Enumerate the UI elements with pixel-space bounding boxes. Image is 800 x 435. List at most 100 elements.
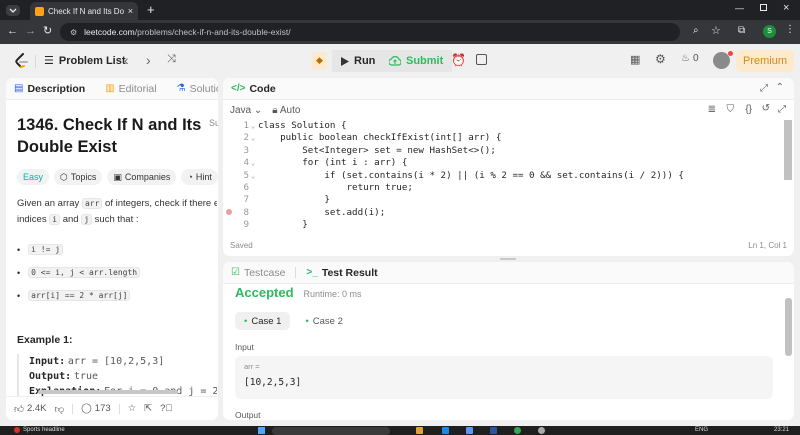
case-tab-2[interactable]: • Case 2 <box>296 312 351 330</box>
taskbar-app-icon[interactable] <box>490 427 497 434</box>
settings-gear-icon[interactable]: ⚙ <box>655 52 666 66</box>
taskbar-search-box[interactable] <box>272 427 390 435</box>
case-tab-1[interactable]: • Case 1 <box>235 312 291 330</box>
extensions-icon[interactable]: ⧉ <box>738 25 745 36</box>
tab-code[interactable]: </> Code <box>231 83 276 95</box>
companies-chip[interactable]: ▣ Companies <box>107 169 177 185</box>
editor-scrollbar[interactable] <box>784 120 792 180</box>
text: of integers, check if there exis <box>105 198 217 209</box>
taskbar-app-icon[interactable] <box>538 427 545 434</box>
favorite-star-icon[interactable]: ☆ <box>128 403 137 414</box>
horizontal-scrollbar[interactable] <box>38 390 178 394</box>
bookmark-icon[interactable]: ⛉ <box>727 104 735 115</box>
forward-icon[interactable]: → <box>25 25 36 37</box>
debug-icon[interactable]: ◆ <box>312 52 327 69</box>
run-button[interactable]: Run <box>332 50 385 72</box>
taskbar-app-icon[interactable] <box>442 427 449 434</box>
chrome-taskbar-icon[interactable] <box>514 427 521 434</box>
submit-button[interactable]: Submit <box>380 50 453 72</box>
braces-icon[interactable]: {} <box>745 104 752 115</box>
tab-description[interactable]: ▤ Description <box>14 83 85 95</box>
browser-tab-active[interactable]: Check If N and Its Double Exist × <box>30 2 138 20</box>
bookmark-star-icon[interactable]: ☆ <box>711 24 721 37</box>
tab-search-icon[interactable] <box>6 5 20 16</box>
zoom-icon[interactable]: ⌕ <box>693 25 699 36</box>
expand-icon[interactable]: ⤢ <box>760 83 768 94</box>
maximize-icon[interactable] <box>760 4 767 11</box>
fold-chevron-icon[interactable]: ⌄ <box>249 170 257 182</box>
line-text: for (int i : arr) { <box>258 157 408 169</box>
breakpoint-dot[interactable] <box>226 209 232 215</box>
url-text[interactable]: leetcode.com/problems/check-if-n-and-its… <box>84 27 290 37</box>
difficulty-badge: Easy <box>17 169 50 185</box>
code-line[interactable]: 8 set.add(i); <box>223 207 794 219</box>
shuffle-icon[interactable]: ⤨ <box>167 53 176 66</box>
browser-menu-icon[interactable]: ⋮ <box>785 24 795 35</box>
notes-icon[interactable] <box>476 54 487 65</box>
taskbar-app-icon[interactable] <box>466 427 473 434</box>
code-line[interactable]: 3 Set<Integer> set = new HashSet<>(); <box>223 145 794 157</box>
code-line[interactable]: 5 ⌄ if (set.contains(i * 2) || (i % 2 == … <box>223 170 794 182</box>
auto-mode-toggle[interactable]: 🔒︎ Auto <box>272 105 300 116</box>
help-icon[interactable]: ?⃝ <box>160 403 172 414</box>
tab-solutions[interactable]: ⚗ Solutions <box>177 83 218 95</box>
minimize-icon[interactable]: — <box>735 3 744 13</box>
weather-widget[interactable]: Sports headline <box>14 427 65 433</box>
clock[interactable]: 23:21 <box>774 427 789 433</box>
test-tabs: ☑ Testcase >_ Test Result <box>223 262 794 284</box>
next-problem-icon[interactable]: › <box>146 52 151 68</box>
tab-test-result[interactable]: >_ Test Result <box>306 267 377 279</box>
new-tab-icon[interactable]: + <box>147 2 155 17</box>
format-icon[interactable]: ≣ <box>708 104 716 115</box>
panel-resize-handle[interactable] <box>500 258 516 260</box>
share-icon[interactable]: ⇱ <box>144 403 152 414</box>
topics-chip[interactable]: ⬡ Topics <box>54 169 103 185</box>
like-button[interactable]: 👍︎ 2.4K <box>14 403 46 415</box>
code-line[interactable]: 1 ⌄ class Solution { <box>223 120 794 132</box>
hint-chip[interactable]: ◔ Hint <box>181 169 218 185</box>
profile-avatar[interactable]: S <box>763 25 776 38</box>
tab-label: Solutions <box>189 82 218 95</box>
fold-chevron-icon[interactable]: ⌄ <box>249 132 257 144</box>
address-bar[interactable]: ⚙ leetcode.com/problems/check-if-n-and-i… <box>60 23 680 41</box>
code-line[interactable]: 4 ⌄ for (int i : arr) { <box>223 157 794 169</box>
dislike-icon[interactable]: 👎︎ <box>54 403 64 415</box>
code-lines[interactable]: 1 ⌄ class Solution {2 ⌄ public boolean chec… <box>223 120 794 232</box>
close-tab-icon[interactable]: × <box>128 6 133 16</box>
streak-counter[interactable]: ♨ 0 <box>681 53 699 64</box>
browser-tab-bar: Check If N and Its Double Exist × + — × <box>0 0 800 20</box>
list-item: • i != j <box>17 238 217 261</box>
code-line[interactable]: 2 ⌄ public boolean checkIfExist(int[] arr… <box>223 132 794 144</box>
tab-editorial[interactable]: ▥ Editorial <box>105 83 156 95</box>
fold-chevron-icon[interactable]: ⌄ <box>249 157 257 169</box>
comments-button[interactable]: ◯ 173 <box>81 403 111 414</box>
taskbar-app-icon[interactable] <box>416 427 423 434</box>
constraints-list: • i != j • 0 <= i, j < arr.length • arr[i] … <box>17 238 217 307</box>
timer-icon[interactable]: ⏰ <box>451 53 466 67</box>
reset-icon[interactable]: ↺ <box>762 103 770 114</box>
code-line[interactable]: 9 } <box>223 219 794 231</box>
nav-divider <box>35 55 36 68</box>
premium-button[interactable]: Premium <box>736 50 794 72</box>
chevron-up-icon[interactable]: ⌃ <box>776 82 784 93</box>
language-select[interactable]: Java ⌄ <box>230 105 262 116</box>
reload-icon[interactable]: ↻ <box>43 24 52 37</box>
prev-problem-icon[interactable]: ‹ <box>124 52 129 68</box>
code-line[interactable]: 6 return true; <box>223 182 794 194</box>
layout-icon[interactable]: ▦ <box>630 53 640 66</box>
bullet: • <box>17 290 21 301</box>
start-menu-icon[interactable] <box>258 427 265 434</box>
back-icon[interactable]: ← <box>7 25 18 37</box>
leetcode-logo-icon[interactable] <box>14 53 28 69</box>
fullscreen-icon[interactable]: ⤢ <box>778 104 786 115</box>
code-line[interactable]: 7 } <box>223 194 794 206</box>
tab-testcase[interactable]: ☑ Testcase <box>231 267 285 279</box>
code-editor[interactable]: 1 ⌄ class Solution {2 ⌄ public boolean chec… <box>223 120 794 232</box>
language-indicator[interactable]: ENG <box>695 427 708 433</box>
fold-chevron-icon[interactable]: ⌄ <box>249 120 257 132</box>
result-scrollbar[interactable] <box>785 298 792 356</box>
site-info-icon[interactable]: ⚙ <box>70 28 77 37</box>
problem-list-button[interactable]: ☰ Problem List <box>44 54 126 68</box>
line-number: 2 <box>243 132 249 144</box>
close-window-icon[interactable]: × <box>783 2 789 14</box>
